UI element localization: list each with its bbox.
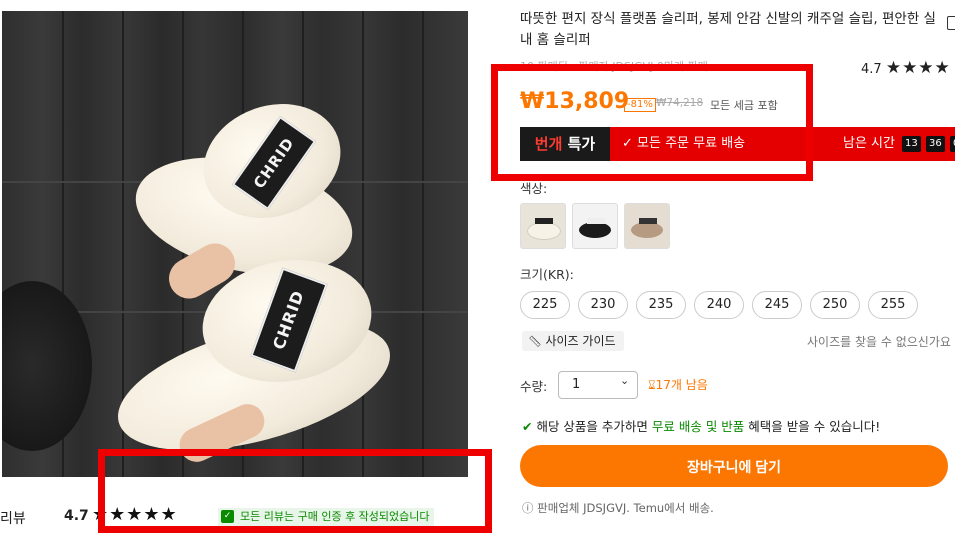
size-label: 크기(KR): xyxy=(520,267,574,282)
ruler-icon: 📏︎ xyxy=(528,335,546,348)
size-guide-button[interactable]: 📏︎ 사이즈 가이드 xyxy=(522,331,624,351)
benefit-note: ✔ 해당 상품을 추가하면 무료 배송 및 반품 혜택을 받을 수 있습니다! xyxy=(522,416,880,435)
info-icon: ⓘ xyxy=(522,501,538,515)
timer-hours: 13 xyxy=(902,136,921,152)
rating-summary[interactable]: 4.7 ★★★★ xyxy=(861,58,951,78)
reviews-rating: 4.7 xyxy=(64,508,89,524)
check-icon: ✔ xyxy=(522,419,537,434)
add-to-cart-button[interactable]: 장바구니에 담기 xyxy=(520,445,948,487)
quantity-label: 수량: xyxy=(520,379,548,394)
seller-note-text: 판매업체 JDSJGVJ. Temu에서 배송. xyxy=(537,501,714,515)
reviews-label[interactable]: 리뷰 xyxy=(0,508,26,528)
annotation-box-price xyxy=(491,64,813,181)
size-option-235[interactable]: 235 xyxy=(636,291,686,319)
timer-minutes: 36 xyxy=(926,136,945,152)
size-option-225[interactable]: 225 xyxy=(520,291,570,319)
rating-value: 4.7 xyxy=(861,62,882,77)
dark-fur-decoration xyxy=(2,281,92,451)
stock-remaining: ⌛︎17개 남음 xyxy=(648,376,708,393)
benefit-prefix: 해당 상품을 추가하면 xyxy=(536,419,652,434)
size-option-230[interactable]: 230 xyxy=(578,291,628,319)
wall-line xyxy=(362,11,364,477)
wall-line xyxy=(422,11,424,477)
product-title: 따뜻한 편지 장식 플랫폼 슬리퍼, 봉제 안감 신발의 캐주얼 슬립, 편안한… xyxy=(520,11,936,48)
benefit-suffix: 혜택을 받을 수 있습니다! xyxy=(744,419,881,434)
annotation-box-reviews xyxy=(98,449,492,533)
timer-label: 남은 시간 xyxy=(843,136,895,151)
size-option-255[interactable]: 255 xyxy=(868,291,918,319)
color-swatch-brown[interactable] xyxy=(624,203,670,249)
quantity-value: 1 xyxy=(572,377,581,392)
size-guide-label: 사이즈 가이드 xyxy=(545,334,616,348)
timer-seconds: 0 xyxy=(950,136,955,152)
size-help-link[interactable]: 사이즈를 찾을 수 없으신가요 xyxy=(807,333,951,350)
seller-note: ⓘ 판매업체 JDSJGVJ. Temu에서 배송. xyxy=(522,500,714,516)
size-option-240[interactable]: 240 xyxy=(694,291,744,319)
stock-text: 17개 남음 xyxy=(655,378,708,392)
product-image[interactable]: CHRID CHRID xyxy=(2,11,468,477)
benefit-highlight: 무료 배송 및 반품 xyxy=(651,419,745,434)
color-swatch-beige[interactable] xyxy=(520,203,566,249)
size-option-245[interactable]: 245 xyxy=(752,291,802,319)
size-option-250[interactable]: 250 xyxy=(810,291,860,319)
hourglass-icon: ⌛︎ xyxy=(648,378,656,392)
share-icon[interactable] xyxy=(947,16,955,30)
chevron-down-icon: ⌄ xyxy=(620,374,630,387)
color-swatch-black[interactable] xyxy=(572,203,618,249)
rating-stars: ★★★★ xyxy=(885,58,951,78)
